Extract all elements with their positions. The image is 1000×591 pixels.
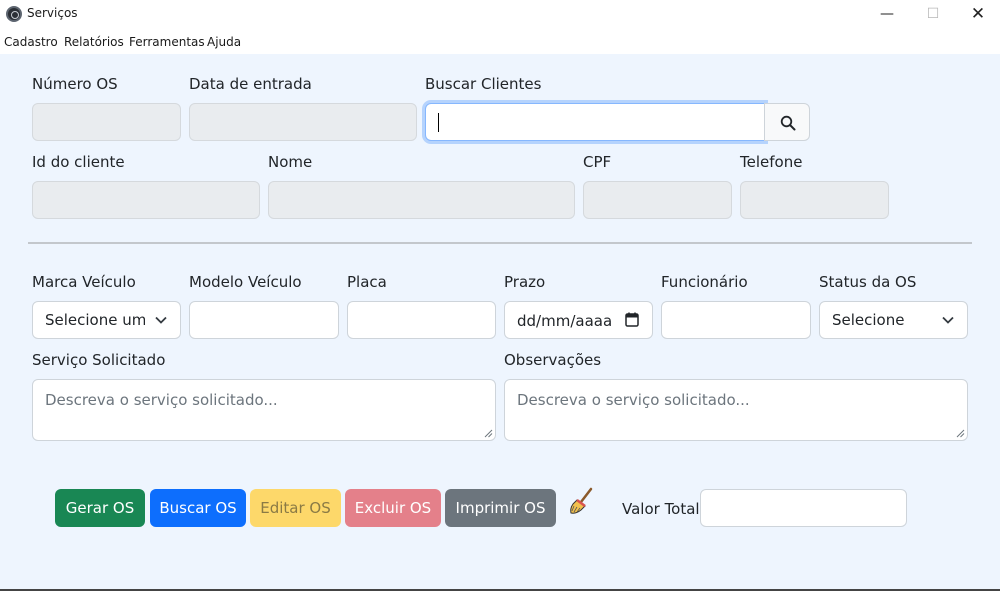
buscar-os-button[interactable]: Buscar OS	[150, 489, 246, 527]
placa-input[interactable]	[347, 301, 496, 339]
resize-grip-icon[interactable]	[956, 429, 965, 438]
buscar-clientes-input[interactable]	[425, 103, 765, 141]
numero-os-label: Número OS	[32, 75, 118, 93]
menu-item-relatorios[interactable]: Relatórios	[64, 35, 124, 49]
observacoes-placeholder: Descreva o serviço solicitado...	[517, 391, 750, 409]
telefone-label: Telefone	[740, 153, 803, 171]
menu-item-ajuda[interactable]: Ajuda	[207, 35, 241, 49]
window-title: Serviços	[27, 6, 78, 20]
observacoes-textarea[interactable]: Descreva o serviço solicitado...	[504, 379, 968, 441]
prazo-date-input[interactable]: dd/mm/aaaa	[504, 301, 653, 339]
nome-field	[268, 181, 575, 219]
menu-item-ferramentas[interactable]: Ferramentas	[129, 35, 205, 49]
data-entrada-label: Data de entrada	[189, 75, 312, 93]
broom-icon[interactable]	[568, 487, 596, 517]
id-cliente-field	[32, 181, 260, 219]
valor-total-label: Valor Total	[622, 500, 700, 518]
menu-item-cadastro[interactable]: Cadastro	[4, 35, 58, 49]
marca-veiculo-label: Marca Veículo	[32, 273, 136, 291]
service-order-form: Número OS Data de entrada Buscar Cliente…	[0, 54, 1000, 591]
data-entrada-field	[189, 103, 417, 141]
marca-veiculo-value: Selecione uma	[45, 311, 145, 329]
text-cursor	[438, 113, 439, 132]
nome-label: Nome	[268, 153, 313, 171]
section-divider	[28, 242, 972, 244]
cpf-field	[583, 181, 732, 219]
marca-veiculo-select[interactable]: Selecione uma	[32, 301, 181, 339]
observacoes-label: Observações	[504, 351, 602, 369]
status-os-value: Selecione	[832, 311, 905, 329]
resize-grip-icon[interactable]	[484, 429, 493, 438]
cpf-label: CPF	[583, 153, 612, 171]
menu-bar: Cadastro Relatórios Ferramentas Ajuda	[0, 30, 1000, 54]
prazo-value: dd/mm/aaaa	[517, 312, 613, 330]
minimize-button[interactable]: —	[864, 0, 910, 30]
placa-label: Placa	[347, 273, 387, 291]
id-cliente-label: Id do cliente	[32, 153, 125, 171]
valor-total-input[interactable]	[700, 489, 907, 527]
servico-solicitado-label: Serviço Solicitado	[32, 351, 166, 369]
servico-solicitado-textarea[interactable]: Descreva o serviço solicitado...	[32, 379, 496, 441]
imprimir-os-button[interactable]: Imprimir OS	[445, 489, 556, 527]
prazo-label: Prazo	[504, 273, 546, 291]
status-os-label: Status da OS	[819, 273, 917, 291]
status-os-select[interactable]: Selecione	[819, 301, 968, 339]
search-icon	[780, 115, 796, 131]
calendar-icon[interactable]	[625, 312, 639, 327]
modelo-veiculo-input[interactable]	[189, 301, 339, 339]
app-logo-icon	[6, 6, 22, 22]
chevron-down-icon	[942, 316, 954, 324]
gerar-os-button[interactable]: Gerar OS	[55, 489, 145, 527]
excluir-os-button[interactable]: Excluir OS	[345, 489, 441, 527]
editar-os-button[interactable]: Editar OS	[250, 489, 341, 527]
numero-os-field	[32, 103, 181, 141]
telefone-field	[740, 181, 889, 219]
funcionario-label: Funcionário	[661, 273, 748, 291]
modelo-veiculo-label: Modelo Veículo	[189, 273, 302, 291]
servico-solicitado-placeholder: Descreva o serviço solicitado...	[45, 391, 278, 409]
chevron-down-icon	[155, 316, 167, 324]
search-client-button[interactable]	[764, 103, 810, 141]
maximize-button[interactable]: ☐	[910, 0, 956, 30]
buscar-clientes-label: Buscar Clientes	[425, 75, 542, 93]
funcionario-input[interactable]	[661, 301, 811, 339]
title-bar: Serviços — ☐ ✕	[0, 0, 1000, 30]
close-button[interactable]: ✕	[955, 0, 1000, 30]
